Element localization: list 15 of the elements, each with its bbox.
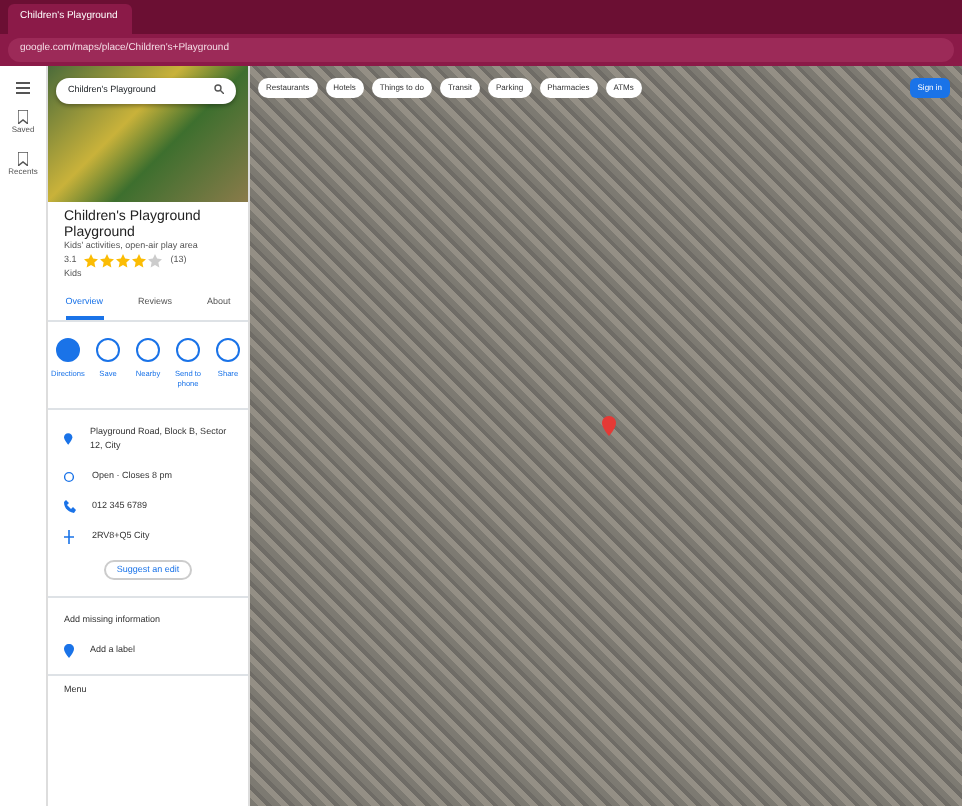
search-icon[interactable] [214,84,224,94]
menu-icon[interactable] [16,82,30,94]
clock-icon [64,469,76,483]
pin-icon [64,432,75,447]
label-icon [64,644,74,658]
phone-icon [64,499,76,513]
map-pin-icon [602,416,616,436]
bookmark-icon[interactable] [18,152,28,166]
action-icon[interactable] [176,337,200,362]
action-icon[interactable] [96,337,120,362]
action-icon[interactable] [136,337,160,362]
action-icon[interactable] [56,337,80,362]
plus-code-icon [64,529,76,543]
bookmark-icon[interactable] [18,110,28,124]
action-icon[interactable] [216,337,240,362]
